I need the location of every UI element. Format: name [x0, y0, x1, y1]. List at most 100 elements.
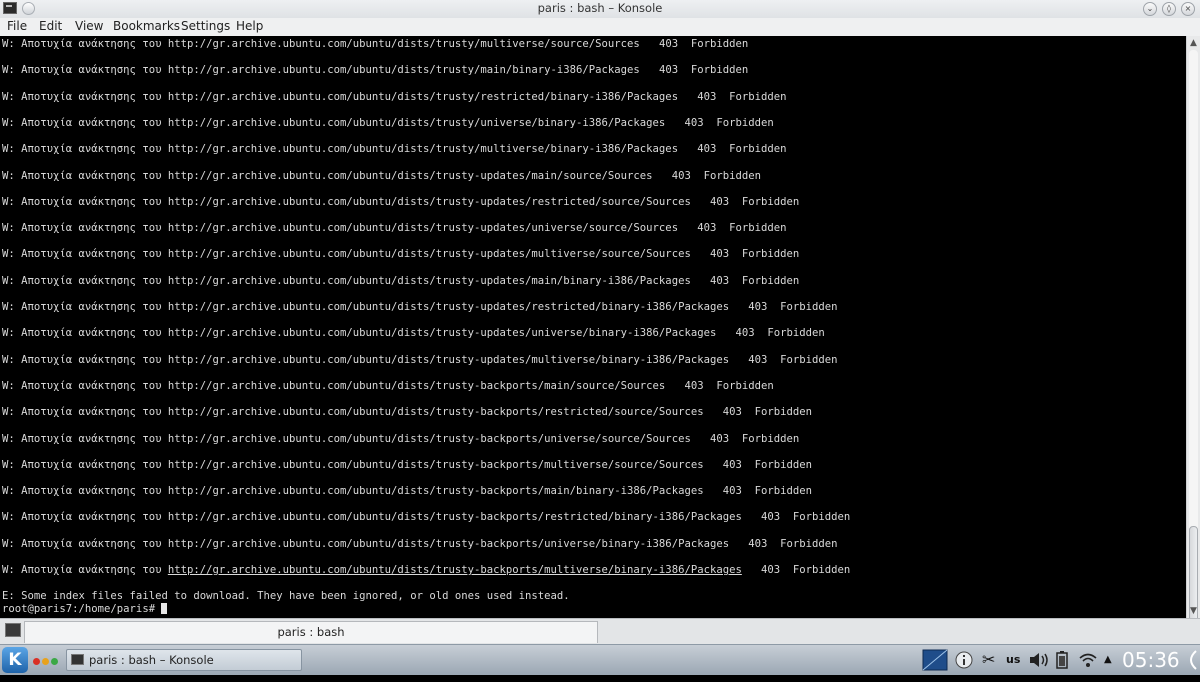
line-status: 403 Forbidden: [678, 143, 787, 156]
line-url: http://gr.archive.ubuntu.com/ubuntu/dist…: [167, 327, 717, 340]
line-url: http://gr.archive.ubuntu.com/ubuntu/dist…: [167, 432, 691, 445]
line-url: http://gr.archive.ubuntu.com/ubuntu/dist…: [167, 458, 704, 471]
menu-file[interactable]: File: [7, 19, 27, 33]
line-status: 403 Forbidden: [652, 169, 761, 182]
line-prefix: W: Αποτυχία ανάκτησης του: [2, 64, 168, 77]
line-prefix: W: Αποτυχία ανάκτησης του: [2, 90, 168, 103]
line-url: http://gr.archive.ubuntu.com/ubuntu/dist…: [167, 222, 679, 235]
line-url: http://gr.archive.ubuntu.com/ubuntu/dist…: [167, 90, 679, 103]
line-prefix: W: Αποτυχία ανάκτησης του: [2, 511, 168, 524]
wifi-icon[interactable]: [1078, 645, 1098, 675]
new-tab-button[interactable]: [5, 623, 21, 637]
terminal-line: W: Αποτυχία ανάκτησης του http://gr.arch…: [2, 564, 850, 576]
terminal-line: W: Αποτυχία ανάκτησης του http://gr.arch…: [2, 196, 799, 208]
line-status: 403 Forbidden: [690, 195, 800, 208]
orange-dot-icon[interactable]: [42, 658, 49, 665]
line-url: http://gr.archive.ubuntu.com/ubuntu/dist…: [167, 169, 653, 182]
tab-bar: paris : bash: [0, 618, 1200, 644]
scroll-up-arrow-icon[interactable]: ▲: [1187, 36, 1200, 50]
clock[interactable]: 05:36: [1122, 645, 1180, 675]
line-status: 403 Forbidden: [665, 116, 774, 129]
maximize-button[interactable]: ◊: [1162, 2, 1176, 16]
terminal-line: W: Αποτυχία ανάκτησης του http://gr.arch…: [2, 38, 748, 50]
line-prefix: W: Αποτυχία ανάκτησης του: [2, 301, 168, 313]
tray-expand-arrow-icon[interactable]: ▲: [1104, 645, 1112, 675]
line-url: http://gr.archive.ubuntu.com/ubuntu/dist…: [167, 511, 742, 524]
line-prefix: W: Αποτυχία ανάκτησης του: [2, 248, 168, 261]
terminal-line: W: Αποτυχία ανάκτησης του http://gr.arch…: [2, 354, 838, 366]
line-status: 403 Forbidden: [729, 301, 838, 313]
scroll-track[interactable]: [1189, 50, 1198, 604]
panel-toolbox-icon[interactable]: [1182, 645, 1198, 675]
minimize-button[interactable]: ⌄: [1143, 2, 1157, 16]
terminal-line: W: Αποτυχία ανάκτησης του http://gr.arch…: [2, 91, 787, 103]
terminal-line: W: Αποτυχία ανάκτησης του http://gr.arch…: [2, 301, 838, 313]
menu-bookmarks[interactable]: Bookmarks: [113, 19, 180, 33]
volume-icon[interactable]: [1028, 645, 1050, 675]
konsole-task-icon: [71, 654, 84, 665]
line-url: http://gr.archive.ubuntu.com/ubuntu/dist…: [167, 485, 704, 498]
line-prefix: W: Αποτυχία ανάκτησης του: [2, 564, 168, 576]
red-dot-icon[interactable]: [33, 658, 40, 665]
line-url: http://gr.archive.ubuntu.com/ubuntu/dist…: [167, 64, 640, 77]
line-url[interactable]: http://gr.archive.ubuntu.com/ubuntu/dist…: [168, 564, 742, 576]
line-url: http://gr.archive.ubuntu.com/ubuntu/dist…: [167, 406, 704, 419]
line-status: 403 Forbidden: [716, 327, 825, 340]
line-status: 403 Forbidden: [729, 537, 838, 550]
terminal-line: W: Αποτυχία ανάκτησης του http://gr.arch…: [2, 406, 812, 418]
line-prefix: W: Αποτυχία ανάκτησης του: [2, 143, 168, 156]
terminal-line: W: Αποτυχία ανάκτησης του http://gr.arch…: [2, 538, 838, 550]
green-dot-icon[interactable]: [51, 658, 58, 665]
line-status: 403 Forbidden: [678, 90, 787, 103]
line-status: 403 Forbidden: [741, 564, 851, 576]
line-prefix: W: Αποτυχία ανάκτησης του: [2, 222, 168, 235]
kde-launcher-button[interactable]: K: [2, 647, 28, 673]
line-url: http://gr.archive.ubuntu.com/ubuntu/dist…: [167, 537, 730, 550]
menu-settings[interactable]: Settings: [181, 19, 230, 33]
line-url: http://gr.archive.ubuntu.com/ubuntu/dist…: [167, 248, 691, 261]
vertical-scrollbar[interactable]: ▲ ▼: [1186, 36, 1200, 636]
terminal-line: W: Αποτυχία ανάκτησης του http://gr.arch…: [2, 433, 799, 445]
terminal-output[interactable]: W: Αποτυχία ανάκτησης του http://gr.arch…: [0, 36, 1186, 618]
desktop-switcher-icon[interactable]: [922, 645, 948, 675]
scissors-icon[interactable]: ✂: [982, 645, 995, 675]
line-status: 403 Forbidden: [741, 511, 851, 524]
line-status: 403 Forbidden: [690, 432, 800, 445]
line-status: 403 Forbidden: [665, 379, 774, 392]
line-prefix: W: Αποτυχία ανάκτησης του: [2, 169, 168, 182]
menu-view[interactable]: View: [75, 19, 103, 33]
shell-prompt: root@paris7:/home/paris#: [2, 603, 162, 616]
line-prefix: W: Αποτυχία ανάκτησης του: [2, 195, 168, 208]
line-status: 403 Forbidden: [703, 485, 813, 498]
battery-icon[interactable]: [1056, 645, 1068, 675]
line-prefix: W: Αποτυχία ανάκτησης του: [2, 406, 168, 419]
info-icon[interactable]: [955, 645, 973, 675]
keyboard-layout[interactable]: us: [1006, 645, 1020, 675]
terminal-line: W: Αποτυχία ανάκτησης του http://gr.arch…: [2, 485, 812, 497]
task-konsole[interactable]: paris : bash – Konsole: [66, 649, 302, 671]
line-url: http://gr.archive.ubuntu.com/ubuntu/dist…: [167, 274, 691, 287]
line-prefix: W: Αποτυχία ανάκτησης του: [2, 485, 168, 498]
terminal-line: W: Αποτυχία ανάκτησης του http://gr.arch…: [2, 327, 825, 339]
tab-paris-bash[interactable]: paris : bash: [24, 621, 598, 643]
line-url: http://gr.archive.ubuntu.com/ubuntu/dist…: [167, 143, 679, 156]
line-prefix: W: Αποτυχία ανάκτησης του: [2, 353, 168, 366]
terminal-line: W: Αποτυχία ανάκτησης του http://gr.arch…: [2, 64, 748, 76]
terminal-line: W: Αποτυχία ανάκτησης του http://gr.arch…: [2, 459, 812, 471]
line-status: 403 Forbidden: [703, 458, 813, 471]
line-url: http://gr.archive.ubuntu.com/ubuntu/dist…: [167, 116, 666, 129]
menu-help[interactable]: Help: [236, 19, 263, 33]
line-status: 403 Forbidden: [690, 274, 800, 287]
scroll-down-arrow-icon[interactable]: ▼: [1187, 604, 1200, 618]
prompt-line[interactable]: root@paris7:/home/paris#: [2, 603, 168, 616]
terminal-line: W: Αποτυχία ανάκτησης του http://gr.arch…: [2, 143, 787, 155]
menu-edit[interactable]: Edit: [39, 19, 62, 33]
terminal-line: W: Αποτυχία ανάκτησης του http://gr.arch…: [2, 248, 799, 260]
terminal-line: W: Αποτυχία ανάκτησης του http://gr.arch…: [2, 275, 799, 287]
terminal-line: W: Αποτυχία ανάκτησης του http://gr.arch…: [2, 380, 774, 392]
line-status: 403 Forbidden: [690, 248, 800, 261]
close-button[interactable]: ×: [1181, 2, 1195, 16]
line-status: 403 Forbidden: [729, 353, 838, 366]
terminal-line: W: Αποτυχία ανάκτησης του http://gr.arch…: [2, 511, 850, 523]
line-prefix: W: Αποτυχία ανάκτησης του: [2, 537, 168, 550]
